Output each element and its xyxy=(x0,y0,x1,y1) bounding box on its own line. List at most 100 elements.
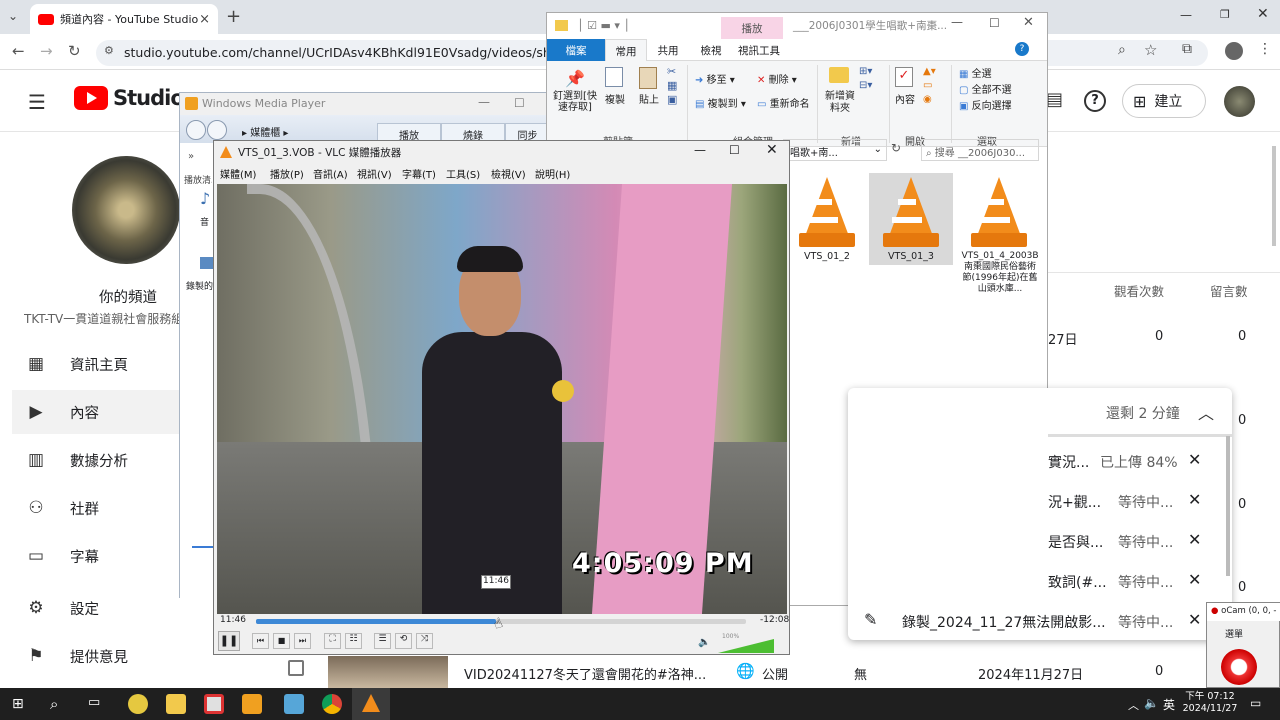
ribbon-tab-file[interactable]: 檔案 xyxy=(547,39,605,61)
close-tab-icon[interactable]: × xyxy=(199,12,210,27)
restore-icon[interactable]: ❐ xyxy=(1220,8,1230,21)
explorer-search-input[interactable]: ⌕ 搜尋 __2006J030... xyxy=(921,139,1039,161)
vlc-menu-video[interactable]: 視訊(V) xyxy=(357,166,392,181)
create-button[interactable]: ⊞ 建立 xyxy=(1122,84,1206,118)
context-tab-play[interactable]: 播放 xyxy=(721,17,783,39)
help-icon[interactable]: ? xyxy=(1084,90,1106,112)
reload-icon[interactable]: ↻ xyxy=(68,42,81,60)
explorer-help-icon[interactable]: ? xyxy=(1015,42,1029,56)
invert-selection-button[interactable]: ▣ 反向選擇 xyxy=(959,97,1012,112)
cancel-upload-icon[interactable]: ✕ xyxy=(1188,610,1201,629)
upload-title[interactable]: 況+觀... xyxy=(1048,492,1101,512)
video-thumbnail[interactable] xyxy=(328,656,448,688)
upload-title[interactable]: 錄製_2024_11_27無法開啟影... xyxy=(902,612,1106,632)
file-item-selected[interactable]: VTS_01_3 xyxy=(869,173,953,265)
file-item[interactable]: VTS_01_2 xyxy=(791,171,863,267)
upload-title[interactable]: 實況... xyxy=(1048,452,1089,472)
ribbon-tab-share[interactable]: 共用 xyxy=(647,39,689,61)
studio-logo[interactable]: Studio xyxy=(74,86,185,110)
vlc-menu-media[interactable]: 媒體(M) xyxy=(220,166,256,181)
tab-list-icon[interactable]: ⌄ xyxy=(8,9,18,23)
vlc-extended-settings-button[interactable]: ☷ xyxy=(345,633,362,649)
bookmark-star-icon[interactable]: ☆ xyxy=(1144,41,1157,59)
vlc-loop-button[interactable]: ⟲ xyxy=(395,633,412,649)
explorer-refresh-icon[interactable]: ↻ xyxy=(891,141,901,155)
rename-button[interactable]: ▭ 重新命名 xyxy=(757,95,810,110)
site-info-icon[interactable]: ⚙ xyxy=(104,44,114,57)
wmp-expand-icon[interactable]: » xyxy=(188,151,194,162)
taskbar-clock[interactable]: 下午 07:12 2024/11/27 xyxy=(1182,691,1238,715)
select-all-button[interactable]: ▦ 全選 xyxy=(959,65,992,80)
notes-taskbar-icon[interactable] xyxy=(284,694,304,714)
channel-avatar[interactable] xyxy=(72,156,180,264)
ime-indicator[interactable]: 英 xyxy=(1163,696,1175,713)
vlc-minimize-icon[interactable]: — xyxy=(694,143,706,157)
back-icon[interactable]: ← xyxy=(12,42,25,60)
feedback-icon[interactable]: ▤ xyxy=(1046,89,1063,110)
tray-chevron-icon[interactable]: ︿ xyxy=(1128,697,1139,713)
copy-button[interactable]: 複製 xyxy=(605,91,625,106)
explorer-maximize-icon[interactable]: ☐ xyxy=(989,16,1000,30)
copy-to-button[interactable]: ▤ 複製到 ▾ xyxy=(695,95,746,110)
chrome-taskbar-icon[interactable] xyxy=(322,694,342,714)
vlc-close-icon[interactable]: ✕ xyxy=(766,142,778,158)
vlc-volume-icon[interactable]: 🔈 xyxy=(698,637,710,648)
extensions-icon[interactable]: ⧉ xyxy=(1182,41,1192,57)
wmp-side-label[interactable]: 錄製的 xyxy=(186,279,213,292)
explorer-minimize-icon[interactable]: — xyxy=(951,15,963,29)
new-tab-button[interactable]: + xyxy=(226,6,241,27)
video-title[interactable]: VID20241127冬天了還會開花的#洛神... xyxy=(464,664,706,683)
ribbon-tab-video-tools[interactable]: 視訊工具 xyxy=(733,39,785,61)
file-item[interactable]: VTS_01_4_2003B南棗國際民俗藝術節(1996年起)在舊山頭水庫... xyxy=(961,171,1039,301)
taskbar-app-icon[interactable] xyxy=(128,694,148,714)
vlc-menu-audio[interactable]: 音訊(A) xyxy=(313,166,348,181)
vlc-menu-view[interactable]: 檢視(V) xyxy=(491,166,526,181)
hamburger-menu-icon[interactable]: ☰ xyxy=(28,90,46,114)
wmp-minimize-icon[interactable]: — xyxy=(478,95,490,109)
wmp-forward-icon[interactable] xyxy=(207,120,227,140)
vlc-menu-subtitle[interactable]: 字幕(T) xyxy=(402,166,436,181)
ribbon-tab-home[interactable]: 常用 xyxy=(605,39,647,61)
notification-icon[interactable]: ▭ xyxy=(1250,696,1261,710)
cancel-upload-icon[interactable]: ✕ xyxy=(1188,530,1201,549)
move-to-button[interactable]: ➜ 移至 ▾ xyxy=(695,71,735,86)
wmp-side-label[interactable]: 音 xyxy=(200,215,209,228)
quick-access-toolbar[interactable]: │ ☑ ▬ ▾ │ xyxy=(577,19,630,32)
taskbar-search-icon[interactable]: ⌕ xyxy=(50,695,58,713)
vlc-video-frame[interactable]: 4:05:09 PM xyxy=(217,184,787,614)
pin-quick-access-button[interactable]: 釘選到[快速存取] xyxy=(553,91,597,113)
close-window-icon[interactable]: ✕ xyxy=(1257,6,1269,22)
page-scrollbar[interactable] xyxy=(1272,146,1276,246)
ocam-taskbar-icon[interactable] xyxy=(204,694,224,714)
open-small-icons[interactable]: ▲▾ ▭ ◉ xyxy=(923,65,936,107)
browser-tab[interactable]: 頻道內容 - YouTube Studio × xyxy=(30,4,218,34)
cancel-upload-icon[interactable]: ✕ xyxy=(1188,570,1201,589)
forward-icon[interactable]: → xyxy=(40,42,53,60)
wmp-maximize-icon[interactable]: ☐ xyxy=(514,96,525,110)
account-avatar[interactable] xyxy=(1224,86,1255,117)
minimize-icon[interactable]: — xyxy=(1180,8,1192,22)
profile-avatar[interactable] xyxy=(1225,42,1243,60)
column-header-views[interactable]: 觀看次數 xyxy=(1114,281,1164,300)
zoom-icon[interactable]: ⌕ xyxy=(1118,42,1126,58)
select-none-button[interactable]: ▢ 全部不選 xyxy=(959,81,1012,96)
new-item-icons[interactable]: ⊞▾ ⊟▾ xyxy=(859,65,872,93)
column-header-comments[interactable]: 留言數 xyxy=(1210,281,1248,300)
upload-title[interactable]: 致詞(#... xyxy=(1048,572,1107,592)
url-input[interactable]: studio.youtube.com/channel/UCrIDAsv4KBhK… xyxy=(96,40,556,66)
vlc-pause-button[interactable]: ❚❚ xyxy=(218,631,240,651)
vlc-previous-button[interactable]: ⏮ xyxy=(252,633,269,649)
vlc-next-button[interactable]: ⏭ xyxy=(294,633,311,649)
address-dropdown-icon[interactable]: ⌄ xyxy=(874,144,882,155)
properties-button[interactable]: 內容 xyxy=(895,91,915,106)
vlc-remaining-time[interactable]: -12:08 xyxy=(760,615,789,625)
vlc-volume-slider[interactable] xyxy=(718,639,774,653)
wmp-side-label[interactable]: 播放清單 xyxy=(184,173,212,186)
edit-pencil-icon[interactable]: ✎ xyxy=(864,610,877,629)
vlc-playlist-button[interactable]: ☰ xyxy=(374,633,391,649)
delete-button[interactable]: ✕ 刪除 ▾ xyxy=(757,71,797,86)
explorer-close-icon[interactable]: ✕ xyxy=(1023,15,1034,30)
upload-title[interactable]: 是否與... xyxy=(1048,532,1103,552)
upload-panel-scrollbar[interactable] xyxy=(1226,436,1230,576)
ocam-record-button[interactable] xyxy=(1221,649,1257,685)
